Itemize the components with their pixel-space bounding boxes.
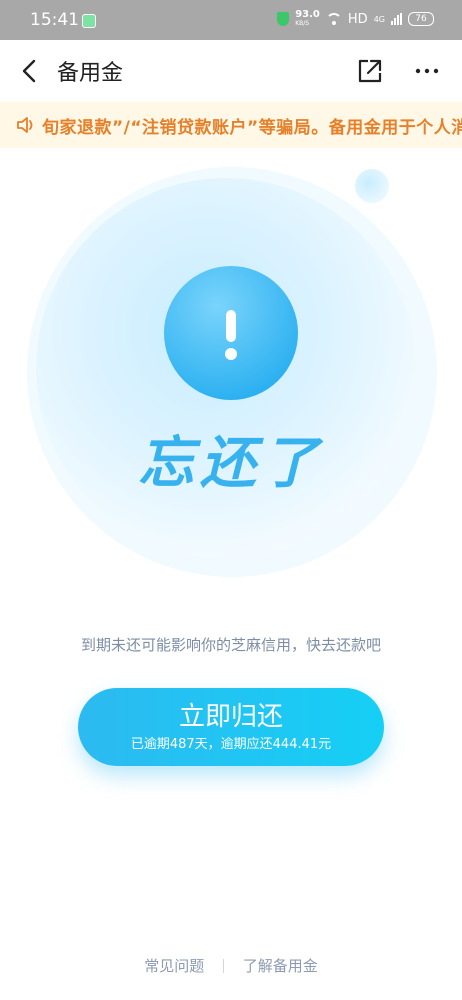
- overdue-illustration: 忘还了: [0, 150, 462, 590]
- network-speed-unit: KB/S: [295, 20, 310, 27]
- faq-link[interactable]: 常见问题: [144, 957, 204, 975]
- network-type: HD: [347, 11, 368, 27]
- back-arrow-icon[interactable]: [18, 58, 44, 84]
- about-link[interactable]: 了解备用金: [243, 957, 318, 975]
- page-title: 备用金: [57, 61, 124, 86]
- footer-links: 常见问题 了解备用金: [0, 955, 462, 976]
- network-generation: 4G: [373, 14, 385, 24]
- status-bar: 15:41 93.0 KB/S HD 4G 76: [0, 0, 462, 40]
- overdue-amount-text: 已逾期487天，逾期应还444.41元: [130, 737, 332, 752]
- wifi-icon: [325, 13, 342, 25]
- network-speed: 93.0 KB/S: [295, 10, 320, 28]
- share-icon[interactable]: [357, 58, 383, 84]
- fraud-warning-notice[interactable]: 旬家退款”/“注销贷款账户”等骗局。备用金用于个人消: [0, 102, 462, 148]
- credit-hint-text: 到期未还可能影响你的芝麻信用，快去还款吧: [80, 636, 381, 654]
- footer-divider: [223, 959, 224, 973]
- security-shield-icon: [277, 12, 290, 26]
- repay-now-button[interactable]: 立即归还 已逾期487天，逾期应还444.41元: [78, 688, 384, 766]
- battery-icon: 76: [408, 12, 434, 26]
- nav-bar: 备用金: [0, 40, 462, 102]
- more-options-icon[interactable]: [414, 66, 440, 76]
- repay-button-label: 立即归还: [178, 702, 283, 732]
- app-notification-icon: [82, 14, 96, 28]
- speaker-icon: [17, 117, 33, 133]
- overdue-headline: 忘还了: [138, 431, 324, 496]
- bubble-illustration: [27, 167, 437, 577]
- network-speed-value: 93.0: [295, 9, 320, 20]
- signal-icon: [391, 13, 402, 25]
- notice-text: 旬家退款”/“注销贷款账户”等骗局。备用金用于个人消: [42, 118, 462, 138]
- status-time: 15:41: [30, 10, 79, 30]
- status-indicators: 93.0 KB/S HD 4G 76: [277, 10, 434, 28]
